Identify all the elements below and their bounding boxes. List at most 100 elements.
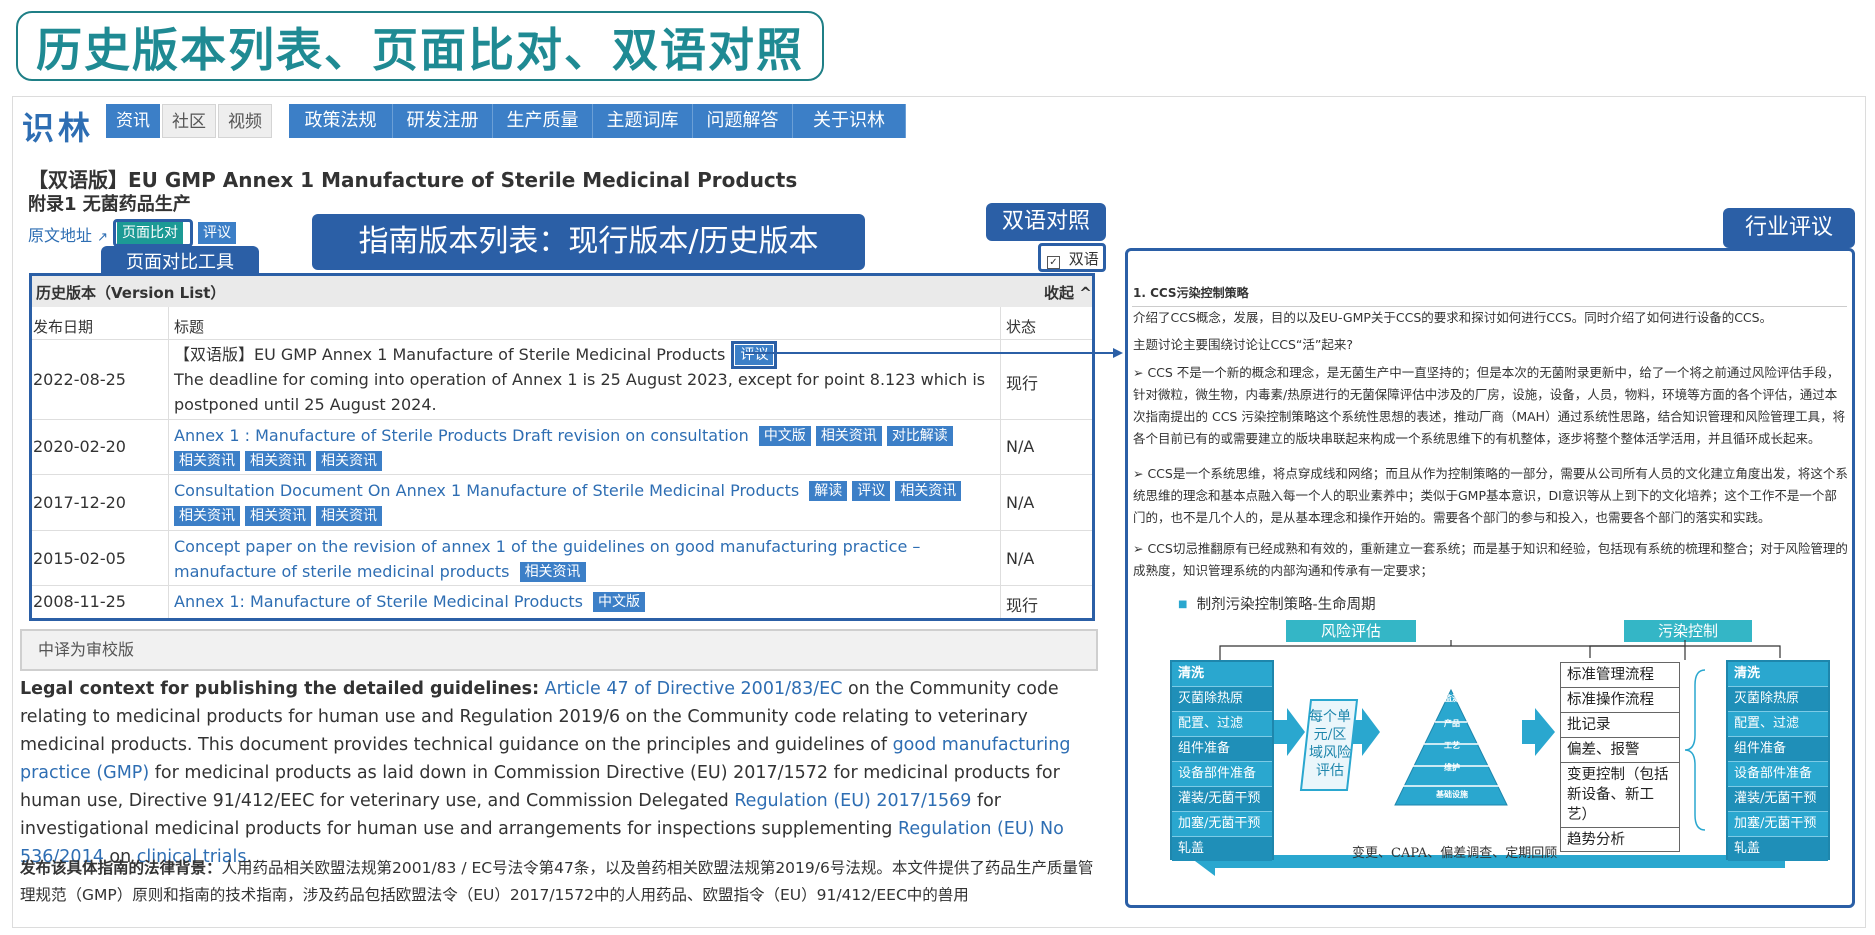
legal-cn-label: 发布该具体指南的法律背景： <box>20 859 222 877</box>
callout-version-list: 指南版本列表：现行版本/历史版本 <box>312 214 865 270</box>
row-title: 【双语版】EU GMP Annex 1 Manufacture of Steri… <box>174 345 726 364</box>
row-tag[interactable]: 中文版 <box>758 426 811 446</box>
document-subtitle: 附录1 无菌药品生产 <box>28 194 191 215</box>
original-link[interactable]: 原文地址 ↗ <box>28 222 108 246</box>
pyramid-level: 基础设施 <box>1436 790 1468 799</box>
row-tag[interactable]: 相关资讯 <box>895 481 962 501</box>
pyramid-level: 监测 <box>1444 694 1460 703</box>
unit-risk-assessment: 每个单元/区域风险评估 <box>1309 709 1351 779</box>
row-status: N/A <box>1006 493 1035 512</box>
legal-context-paragraph: Legal context for publishing the detaile… <box>20 675 1100 871</box>
contamination-control-label: 污染控制 <box>1624 620 1752 642</box>
pill-community[interactable]: 社区 <box>162 104 216 138</box>
pyramid-level: 工艺 <box>1444 741 1460 750</box>
banner-title: 历史版本列表、页面比对、双语对照 <box>36 23 804 77</box>
translation-note: 中译为审校版 <box>20 629 1098 671</box>
version-table-title: 历史版本（Version List） <box>36 284 226 302</box>
row-title-link[interactable]: Annex 1 : Manufacture of Sterile Product… <box>174 426 749 445</box>
table-row: Annex 1 : Manufacture of Sterile Product… <box>174 423 992 473</box>
row-tag[interactable]: 评议 <box>852 481 891 501</box>
table-divider <box>168 307 169 618</box>
pill-news[interactable]: 资讯 <box>106 104 160 138</box>
table-divider <box>32 339 1092 340</box>
row-tag[interactable]: 中文版 <box>593 592 646 612</box>
nav-topics[interactable]: 主题词库 <box>593 104 693 138</box>
collapse-button[interactable]: 收起 ^ <box>1044 282 1092 303</box>
table-row: Consultation Document On Annex 1 Manufac… <box>174 478 992 528</box>
table-divider <box>32 530 1092 531</box>
process-item: 灭菌除热原 <box>1172 687 1272 712</box>
row-tag[interactable]: 相关资讯 <box>174 451 240 471</box>
process-item: 配置、过滤 <box>1172 712 1272 737</box>
review-tag[interactable]: 评议 <box>198 222 236 244</box>
control-item: 趋势分析 <box>1567 832 1625 848</box>
row-tag[interactable]: 相关资讯 <box>519 562 586 582</box>
row-date: 2015-02-05 <box>33 549 126 568</box>
diagram-title: ■ 制剂污染控制策略-生命周期 <box>1178 593 1376 614</box>
review-point-2: ➢ CCS是一个系统思维，将点穿成线和网络；而且从作为控制策略的一部分，需要从公… <box>1133 466 1848 525</box>
process-item: 配置、过滤 <box>1728 712 1828 737</box>
compare-tag[interactable]: 页面比对 <box>117 222 183 244</box>
process-item: 设备部件准备 <box>1728 762 1828 787</box>
row-tag[interactable]: 对比解读 <box>886 426 953 446</box>
row-tag[interactable]: 相关资讯 <box>174 506 240 526</box>
process-item: 加塞/无菌干预 <box>1728 812 1828 837</box>
pill-video[interactable]: 视频 <box>218 104 272 138</box>
nav-about[interactable]: 关于识林 <box>793 104 906 138</box>
row-status: 现行 <box>1006 596 1039 615</box>
callout-bilingual: 双语对照 <box>986 203 1106 241</box>
row-tag[interactable]: 相关资讯 <box>245 451 311 471</box>
control-item: 变更控制（包括新设备、新工艺） <box>1561 763 1679 828</box>
document-title: 【双语版】EU GMP Annex 1 Manufacture of Steri… <box>28 168 798 192</box>
process-item: 轧盖 <box>1172 837 1272 861</box>
link-directive[interactable]: Article 47 of Directive 2001/83/EC <box>545 679 843 699</box>
callout-industry-review: 行业评议 <box>1723 208 1855 248</box>
row-title-link[interactable]: Consultation Document On Annex 1 Manufac… <box>174 481 799 500</box>
process-item: 清洗 <box>1172 662 1272 687</box>
control-item: 标准管理流程 <box>1561 663 1679 688</box>
table-divider <box>32 474 1092 475</box>
row-status: N/A <box>1006 549 1035 568</box>
site-logo[interactable]: 识林 <box>22 103 94 149</box>
process-item: 灌装/无菌干预 <box>1172 787 1272 812</box>
column-status: 状态 <box>1006 318 1037 336</box>
nav-qa[interactable]: 问题解答 <box>693 104 793 138</box>
process-item: 清洗 <box>1728 662 1828 687</box>
external-link-icon: ↗ <box>97 230 109 245</box>
nav-rd[interactable]: 研发注册 <box>393 104 493 138</box>
process-item: 轧盖 <box>1728 837 1828 861</box>
control-list: 标准管理流程 标准操作流程 批记录 偏差、报警 变更控制（包括新设备、新工艺） … <box>1560 662 1680 852</box>
risk-assessment-label: 风险评估 <box>1286 620 1416 642</box>
process-column-right: 清洗 灭菌除热原 配置、过滤 组件准备 设备部件准备 灌装/无菌干预 加塞/无菌… <box>1726 660 1830 861</box>
row-tag[interactable]: 相关资讯 <box>815 426 882 446</box>
legal-label: Legal context for publishing the detaile… <box>20 679 540 699</box>
row-tag[interactable]: 相关资讯 <box>316 451 382 471</box>
row-tag[interactable]: 相关资讯 <box>316 506 382 526</box>
bilingual-toggle[interactable]: ✓ 双语 <box>1047 248 1099 269</box>
row-date: 2022-08-25 <box>33 370 126 389</box>
control-item: 批记录 <box>1561 713 1679 738</box>
row-note: The deadline for coming into operation o… <box>174 370 986 414</box>
feedback-loop-label: 变更、CAPA、偏差调查、定期回顾 <box>1352 846 1558 861</box>
process-item: 设备部件准备 <box>1172 762 1272 787</box>
bullet-icon: ■ <box>1178 599 1188 610</box>
process-item: 组件准备 <box>1728 737 1828 762</box>
row-title-link[interactable]: Annex 1: Manufacture of Sterile Medicina… <box>174 592 583 611</box>
control-item: 标准操作流程 <box>1561 688 1679 713</box>
bilingual-label: 双语 <box>1068 250 1099 268</box>
review-intro: 介绍了CCS概念，发展，目的以及EU-GMP关于CCS的要求和探讨如何进行CCS… <box>1133 310 1773 325</box>
nav-quality[interactable]: 生产质量 <box>493 104 593 138</box>
row-date: 2008-11-25 <box>33 592 126 611</box>
process-column-left: 清洗 灭菌除热原 配置、过滤 组件准备 设备部件准备 灌装/无菌干预 加塞/无菌… <box>1170 660 1274 861</box>
link-regulation-1569[interactable]: Regulation (EU) 2017/1569 <box>734 791 971 811</box>
row-status: N/A <box>1006 437 1035 456</box>
column-date: 发布日期 <box>33 318 94 336</box>
checkbox-icon[interactable]: ✓ <box>1047 256 1060 269</box>
review-question: 主题讨论主要围绕讨论让CCS“活”起来? <box>1133 337 1353 352</box>
nav-policy[interactable]: 政策法规 <box>289 104 393 138</box>
row-tag[interactable]: 相关资讯 <box>245 506 311 526</box>
row-status: 现行 <box>1006 374 1039 393</box>
row-tag[interactable]: 解读 <box>809 481 848 501</box>
table-divider <box>32 419 1092 420</box>
original-link-label[interactable]: 原文地址 <box>28 226 92 245</box>
